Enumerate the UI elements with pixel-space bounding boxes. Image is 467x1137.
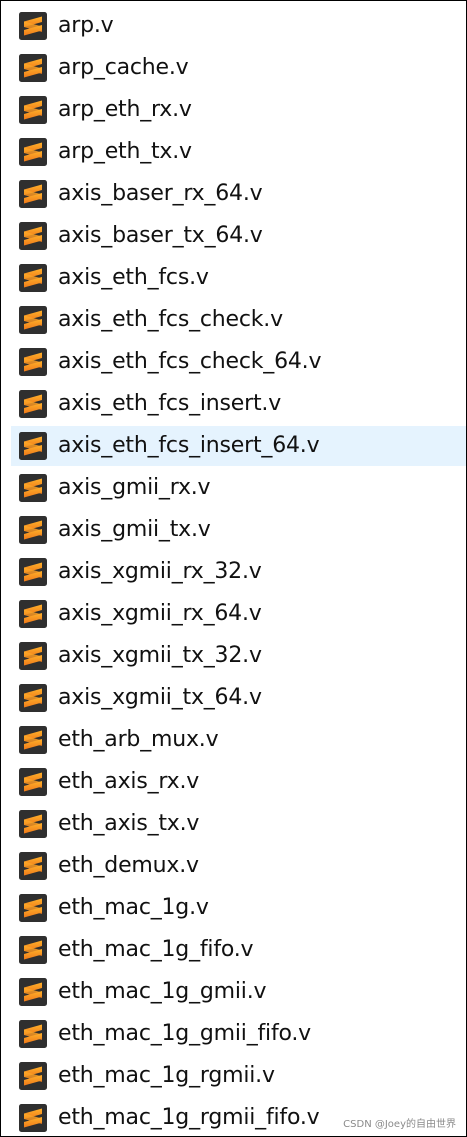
file-name: eth_mac_1g_rgmii_fifo.v — [58, 1105, 320, 1130]
file-name: eth_mac_1g_gmii_fifo.v — [58, 1021, 311, 1046]
file-explorer-panel: arp.v arp_cache.v arp_eth_rx.v arp_eth_tx.v… — [0, 0, 467, 1137]
file-name: axis_eth_fcs_check.v — [58, 307, 283, 332]
sublime-text-file-icon — [19, 96, 47, 124]
sublime-text-file-icon — [19, 516, 47, 544]
sublime-text-file-icon — [19, 432, 47, 460]
file-row[interactable]: axis_baser_tx_64.v — [1, 215, 466, 257]
file-name: axis_eth_fcs.v — [58, 265, 209, 290]
sublime-text-file-icon — [19, 642, 47, 670]
sublime-text-file-icon — [19, 138, 47, 166]
file-row[interactable]: axis_xgmii_tx_64.v — [1, 677, 466, 719]
sublime-text-file-icon — [19, 180, 47, 208]
file-row[interactable]: axis_eth_fcs_check.v — [1, 299, 466, 341]
sublime-text-file-icon — [19, 600, 47, 628]
file-name: axis_baser_rx_64.v — [58, 181, 263, 206]
file-row[interactable]: eth_mac_1g_gmii.v — [1, 971, 466, 1013]
sublime-text-file-icon — [19, 222, 47, 250]
file-row[interactable]: eth_arb_mux.v — [1, 719, 466, 761]
sublime-text-file-icon — [19, 726, 47, 754]
sublime-text-file-icon — [19, 810, 47, 838]
file-row[interactable]: eth_mac_1g_rgmii.v — [1, 1055, 466, 1097]
sublime-text-file-icon — [19, 1020, 47, 1048]
file-row[interactable]: arp_cache.v — [1, 47, 466, 89]
sublime-text-file-icon — [19, 348, 47, 376]
file-name: eth_mac_1g.v — [58, 895, 209, 920]
file-row[interactable]: eth_mac_1g_fifo.v — [1, 929, 466, 971]
watermark: CSDN @Joey的自由世界 — [341, 1115, 458, 1130]
file-list: arp.v arp_cache.v arp_eth_rx.v arp_eth_tx.v… — [1, 5, 466, 1136]
file-name: eth_demux.v — [58, 853, 199, 878]
file-name: eth_mac_1g_fifo.v — [58, 937, 254, 962]
sublime-text-file-icon — [19, 768, 47, 796]
sublime-text-file-icon — [19, 978, 47, 1006]
file-name: arp_eth_rx.v — [58, 97, 192, 122]
file-row[interactable]: arp_eth_tx.v — [1, 131, 466, 173]
file-name: axis_xgmii_rx_64.v — [58, 601, 262, 626]
file-name: eth_axis_rx.v — [58, 769, 200, 794]
file-row[interactable]: arp_eth_rx.v — [1, 89, 466, 131]
file-name: eth_arb_mux.v — [58, 727, 219, 752]
file-name: eth_axis_tx.v — [58, 811, 200, 836]
file-row[interactable]: eth_demux.v — [1, 845, 466, 887]
file-row[interactable]: axis_eth_fcs_insert.v — [1, 383, 466, 425]
file-row[interactable]: eth_mac_1g.v — [1, 887, 466, 929]
file-name: eth_mac_1g_rgmii.v — [58, 1063, 275, 1088]
sublime-text-file-icon — [19, 54, 47, 82]
file-name: axis_eth_fcs_insert_64.v — [58, 433, 320, 458]
file-name: eth_mac_1g_gmii.v — [58, 979, 267, 1004]
file-name: arp_cache.v — [58, 55, 189, 80]
sublime-text-file-icon — [19, 684, 47, 712]
sublime-text-file-icon — [19, 12, 47, 40]
sublime-text-file-icon — [19, 1062, 47, 1090]
file-name: arp_eth_tx.v — [58, 139, 192, 164]
file-name: arp.v — [58, 13, 114, 38]
file-row[interactable]: axis_xgmii_rx_32.v — [1, 551, 466, 593]
file-row[interactable]: axis_xgmii_rx_64.v — [1, 593, 466, 635]
file-row[interactable]: axis_eth_fcs_insert_64.v — [1, 425, 466, 467]
sublime-text-file-icon — [19, 474, 47, 502]
file-row[interactable]: axis_gmii_rx.v — [1, 467, 466, 509]
sublime-text-file-icon — [19, 1104, 47, 1132]
file-row[interactable]: arp.v — [1, 5, 466, 47]
sublime-text-file-icon — [19, 852, 47, 880]
file-row[interactable]: eth_mac_1g_gmii_fifo.v — [1, 1013, 466, 1055]
file-row[interactable]: axis_eth_fcs.v — [1, 257, 466, 299]
file-name: axis_gmii_tx.v — [58, 517, 211, 542]
file-name: axis_eth_fcs_insert.v — [58, 391, 282, 416]
file-row[interactable]: axis_baser_rx_64.v — [1, 173, 466, 215]
sublime-text-file-icon — [19, 264, 47, 292]
file-row[interactable]: axis_eth_fcs_check_64.v — [1, 341, 466, 383]
sublime-text-file-icon — [19, 390, 47, 418]
sublime-text-file-icon — [19, 936, 47, 964]
file-name: axis_xgmii_tx_32.v — [58, 643, 262, 668]
file-name: axis_xgmii_tx_64.v — [58, 685, 262, 710]
file-row[interactable]: axis_gmii_tx.v — [1, 509, 466, 551]
file-name: axis_gmii_rx.v — [58, 475, 211, 500]
file-row[interactable]: eth_axis_rx.v — [1, 761, 466, 803]
file-row[interactable]: eth_axis_tx.v — [1, 803, 466, 845]
sublime-text-file-icon — [19, 894, 47, 922]
sublime-text-file-icon — [19, 558, 47, 586]
file-name: axis_eth_fcs_check_64.v — [58, 349, 322, 374]
sublime-text-file-icon — [19, 306, 47, 334]
file-name: axis_xgmii_rx_32.v — [58, 559, 262, 584]
file-name: axis_baser_tx_64.v — [58, 223, 263, 248]
file-row[interactable]: axis_xgmii_tx_32.v — [1, 635, 466, 677]
